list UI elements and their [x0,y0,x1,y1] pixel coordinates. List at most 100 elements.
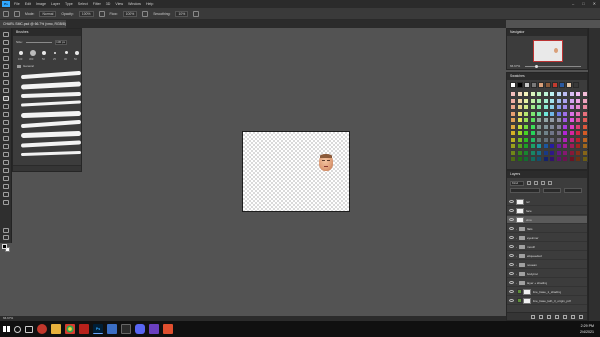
layer-row[interactable]: › mouth [507,243,587,251]
color-swatch[interactable] [529,156,536,162]
layer-row[interactable]: vmo [507,216,587,224]
color-swatch[interactable] [542,110,549,117]
brush-preset[interactable] [30,50,36,56]
color-swatch[interactable] [536,149,542,156]
layer-row[interactable]: line_base_lath_3_origin_pdf [507,297,587,305]
brushes-panel-title[interactable]: Brushes [13,29,81,36]
color-swatch[interactable] [510,110,516,117]
adjustment-layer-icon[interactable] [555,314,559,319]
recent-color-swatch[interactable] [559,82,565,88]
color-swatch[interactable] [568,143,575,149]
brush-stroke-preview[interactable] [20,100,82,107]
color-swatch[interactable] [536,143,542,149]
recent-color-swatch[interactable] [538,82,544,88]
color-swatch[interactable] [581,136,588,143]
color-swatch[interactable] [542,156,549,162]
color-swatch[interactable] [581,91,588,97]
status-zoom[interactable]: 66.67% [3,316,13,320]
color-swatch[interactable] [536,130,542,136]
color-swatch[interactable] [536,123,542,130]
document-tab[interactable]: CHARL SMC.psd @ 66.7% (vmo, RGB/8) [0,20,66,28]
brush-size-slider[interactable] [25,41,52,43]
color-swatch[interactable] [555,143,562,149]
visibility-eye-icon[interactable] [509,272,514,275]
color-swatch[interactable] [549,117,555,123]
purple-app-icon[interactable] [149,324,159,334]
color-swatch[interactable] [542,136,549,143]
color-swatch[interactable] [549,97,555,104]
visibility-eye-icon[interactable] [509,227,514,230]
healing-tool-icon[interactable] [3,88,9,93]
layer-row[interactable]: › layer + shading [507,279,587,287]
start-button[interactable] [0,321,12,337]
type-tool-icon[interactable] [3,160,9,165]
steam-icon[interactable] [121,324,131,334]
color-swatch[interactable] [575,143,581,149]
color-swatch[interactable] [516,91,523,97]
layer-row[interactable]: face [507,207,587,215]
menu-layer[interactable]: Layer [51,2,60,6]
visibility-eye-icon[interactable] [509,281,514,284]
swatches-panel-title[interactable]: Swatches [507,73,587,80]
menu-file[interactable]: File [14,2,20,6]
color-swatch[interactable] [529,136,536,143]
color-swatch[interactable] [510,91,516,97]
color-swatch[interactable] [575,136,581,143]
discord-icon[interactable] [135,324,145,334]
opacity-input[interactable]: 100% [78,10,94,17]
color-swatch[interactable] [581,130,588,136]
color-swatch[interactable] [568,97,575,104]
zoom-tool-icon[interactable] [3,192,9,197]
color-swatch[interactable] [529,117,536,123]
history-brush-tool-icon[interactable] [3,112,9,117]
color-swatch[interactable] [529,110,536,117]
color-swatch[interactable] [529,97,536,104]
color-swatch[interactable] [581,97,588,104]
color-swatch[interactable] [516,110,523,117]
foreground-color[interactable] [2,244,7,249]
mode-select[interactable]: Normal [39,10,57,17]
flow-input[interactable]: 100% [122,10,138,17]
quick-select-tool-icon[interactable] [3,56,9,61]
color-swatch[interactable] [575,97,581,104]
settings-gear-icon[interactable] [193,10,200,17]
visibility-eye-icon[interactable] [509,254,514,257]
color-swatch[interactable] [562,149,568,156]
maximize-button[interactable]: □ [582,1,584,6]
menu-3d[interactable]: 3D [106,2,111,6]
color-swatch[interactable] [549,123,555,130]
color-swatch[interactable] [516,149,523,156]
color-swatch[interactable] [568,117,575,123]
color-swatch[interactable] [562,156,568,162]
recent-color-swatch[interactable] [566,82,572,88]
color-picker-swatches[interactable] [2,244,10,252]
color-swatch[interactable] [555,104,562,110]
color-swatch[interactable] [536,104,542,110]
color-swatch[interactable] [581,156,588,162]
color-swatch[interactable] [542,97,549,104]
visibility-eye-icon[interactable] [509,218,514,221]
color-swatch[interactable] [542,117,549,123]
menu-image[interactable]: Image [36,2,46,6]
color-swatch[interactable] [575,110,581,117]
adjustment-filter-icon[interactable] [534,181,538,185]
color-swatch[interactable] [562,117,568,123]
color-swatch[interactable] [562,130,568,136]
visibility-eye-icon[interactable] [509,263,514,266]
delete-layer-icon[interactable] [579,314,583,319]
color-swatch[interactable] [536,136,542,143]
pixel-filter-icon[interactable] [527,181,531,185]
menu-help[interactable]: Help [146,2,153,6]
menu-edit[interactable]: Edit [25,2,31,6]
marquee-tool-icon[interactable] [3,40,9,45]
color-swatch[interactable] [516,97,523,104]
color-swatch[interactable] [575,123,581,130]
color-swatch[interactable] [575,130,581,136]
color-swatch[interactable] [516,136,523,143]
minimize-button[interactable]: – [572,1,574,6]
chrome-icon[interactable] [65,324,75,334]
link-layers-icon[interactable] [531,314,535,319]
color-swatch[interactable] [523,97,529,104]
visibility-eye-icon[interactable] [509,290,514,293]
color-swatch[interactable] [568,149,575,156]
